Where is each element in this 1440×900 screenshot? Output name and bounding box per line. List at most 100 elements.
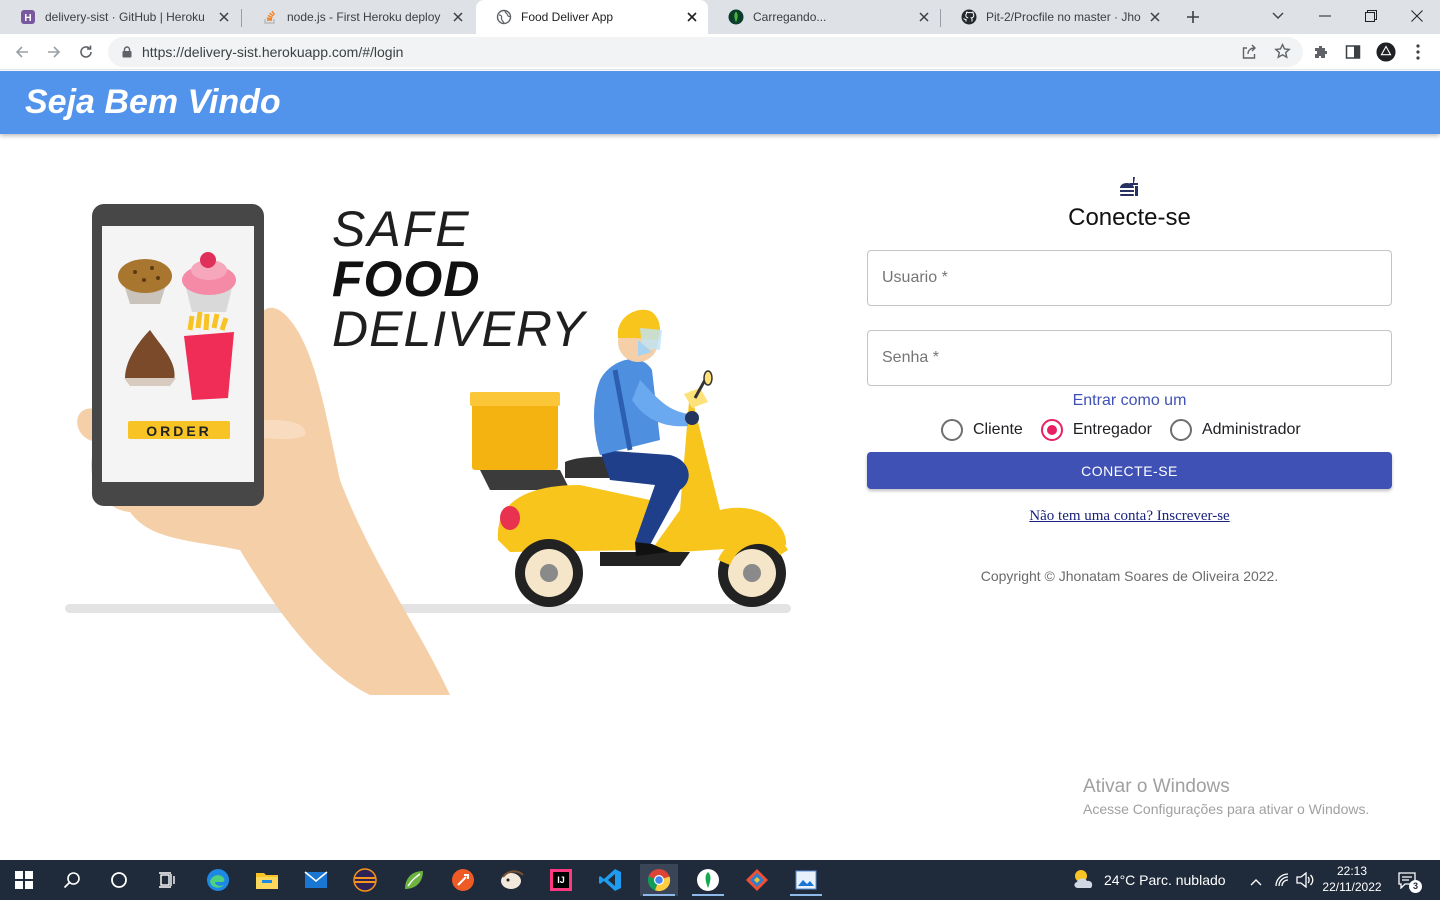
windows-activation-watermark: Ativar o Windows Acesse Configurações pa… xyxy=(1083,776,1369,817)
address-bar[interactable]: https://delivery-sist.herokuapp.com/#/lo… xyxy=(108,37,1303,67)
tab-search-chevron-icon[interactable] xyxy=(1268,6,1288,26)
radio-circle[interactable] xyxy=(1169,419,1192,441)
tab-title: node.js - First Heroku deploy fa xyxy=(287,10,444,24)
tab-title: Food Deliver App xyxy=(521,10,614,24)
radio-label: Entregador xyxy=(1072,421,1152,438)
volume-icon[interactable] xyxy=(1296,871,1314,893)
chrome-icon[interactable] xyxy=(640,864,678,896)
share-icon[interactable] xyxy=(1241,44,1257,65)
stackoverflow-icon xyxy=(262,9,278,25)
radio-circle[interactable] xyxy=(1040,419,1063,441)
windows-start-icon[interactable] xyxy=(5,864,43,896)
copyright-text: Copyright © Jhonatam Soares de Oliveira … xyxy=(980,568,1279,584)
radio-circle[interactable] xyxy=(941,419,963,441)
food-delivery-illustration: ORDER SAFE FOOD DELIVERY xyxy=(65,201,791,695)
window-close-icon[interactable] xyxy=(1394,0,1440,32)
task-view-icon[interactable] xyxy=(148,864,186,896)
notification-center-icon[interactable]: 3 xyxy=(1398,870,1422,893)
app-header: Seja Bem Vindo xyxy=(0,71,1440,134)
login-button[interactable]: CONECTE-SE xyxy=(867,452,1392,489)
headline-food: FOOD xyxy=(332,251,480,307)
tab-food-deliver-app[interactable]: Food Deliver App xyxy=(476,0,708,34)
ground-shadow xyxy=(65,604,791,613)
network-icon[interactable] xyxy=(1274,872,1290,893)
tab-title: Pit-2/Procfile no master · Jhona xyxy=(986,10,1141,24)
role-prompt: Entrar como um xyxy=(1072,392,1187,409)
radio-entregador[interactable]: Entregador xyxy=(1040,419,1152,441)
watermark-subtitle: Acesse Configurações para ativar o Windo… xyxy=(1083,801,1370,817)
clock-date: 22/11/2022 xyxy=(1322,880,1382,894)
weather-text[interactable]: 24°C Parc. nublado xyxy=(1104,872,1226,888)
github-icon xyxy=(961,9,977,25)
windows-taskbar: IJ 24°C Parc. nublado 22:13 22/11/2022 3 xyxy=(0,860,1440,900)
close-icon[interactable] xyxy=(684,9,700,25)
svg-text:IJ: IJ xyxy=(557,875,565,885)
username-field[interactable]: Usuario * xyxy=(867,250,1392,306)
close-icon[interactable] xyxy=(916,9,932,25)
clock-time: 22:13 xyxy=(1336,864,1368,878)
mail-icon[interactable] xyxy=(297,864,335,896)
headline-delivery: DELIVERY xyxy=(332,301,588,357)
spring-tools-icon[interactable] xyxy=(395,864,433,896)
cortana-icon[interactable] xyxy=(100,864,138,896)
url-text: https://delivery-sist.herokuapp.com/#/lo… xyxy=(142,44,404,60)
minimize-icon[interactable] xyxy=(1302,0,1348,32)
tray-chevron-icon[interactable] xyxy=(1250,873,1262,891)
heroku-icon: H xyxy=(20,9,36,25)
svg-text:H: H xyxy=(24,13,31,24)
extensions-icon[interactable] xyxy=(1311,42,1331,62)
glove xyxy=(685,411,699,425)
taskbar-clock[interactable]: 22:13 22/11/2022 xyxy=(1318,863,1386,895)
restore-icon[interactable] xyxy=(1348,0,1394,32)
password-label: Senha * xyxy=(882,349,939,366)
globe-icon xyxy=(496,9,512,25)
new-tab-icon[interactable] xyxy=(1183,7,1203,27)
fastfood-icon xyxy=(1120,177,1138,196)
tab-title: delivery-sist · GitHub | Heroku xyxy=(45,10,205,24)
login-heading: Conecte-se xyxy=(1068,204,1191,231)
tab-title: Carregando... xyxy=(753,10,827,24)
side-panel-icon[interactable] xyxy=(1343,42,1363,62)
radio-cliente[interactable]: Cliente xyxy=(941,419,1023,441)
signup-link[interactable]: Não tem uma conta? Inscrever-se xyxy=(867,508,1392,525)
lock-icon[interactable] xyxy=(120,45,134,59)
mongodb-icon xyxy=(728,9,744,25)
reload-icon[interactable] xyxy=(76,42,96,62)
postman-icon[interactable] xyxy=(444,864,482,896)
delivery-box xyxy=(472,396,558,470)
role-radio-group: Cliente Entregador Administrador xyxy=(941,418,1319,442)
dbeaver-icon[interactable] xyxy=(493,864,531,896)
weather-icon[interactable] xyxy=(1070,867,1098,896)
git-gui-icon[interactable] xyxy=(738,864,776,896)
edge-browser-icon[interactable] xyxy=(199,864,237,896)
page-title: Seja Bem Vindo xyxy=(25,83,281,121)
radio-label: Cliente xyxy=(973,421,1023,438)
search-icon[interactable] xyxy=(53,864,91,896)
eclipse-icon[interactable] xyxy=(346,864,384,896)
image-viewer-icon[interactable] xyxy=(787,864,825,896)
tail-light xyxy=(500,506,520,530)
notification-count: 3 xyxy=(1409,880,1422,893)
file-explorer-icon[interactable] xyxy=(248,864,286,896)
username-label: Usuario * xyxy=(882,269,948,286)
browser-menu-icon[interactable] xyxy=(1408,42,1428,62)
watermark-title: Ativar o Windows xyxy=(1083,776,1230,797)
vscode-icon[interactable] xyxy=(591,864,629,896)
browser-tabstrip: H delivery-sist · GitHub | Heroku node.j… xyxy=(0,0,1440,34)
back-icon[interactable] xyxy=(12,42,32,62)
password-field[interactable]: Senha * xyxy=(867,330,1392,386)
close-icon[interactable] xyxy=(216,9,232,25)
intellij-icon[interactable]: IJ xyxy=(542,864,580,896)
close-icon[interactable] xyxy=(1147,9,1163,25)
tab-stackoverflow[interactable]: node.js - First Heroku deploy fa xyxy=(242,0,474,34)
close-icon[interactable] xyxy=(450,9,466,25)
radio-administrador[interactable]: Administrador xyxy=(1169,419,1301,441)
tab-github[interactable]: Pit-2/Procfile no master · Jhona xyxy=(941,0,1171,34)
bookmark-star-icon[interactable] xyxy=(1274,42,1291,65)
forward-icon[interactable] xyxy=(44,42,64,62)
tab-mongodb[interactable]: Carregando... xyxy=(708,0,940,34)
headline-safe: SAFE xyxy=(332,201,471,257)
tab-heroku[interactable]: H delivery-sist · GitHub | Heroku xyxy=(0,0,240,34)
profile-avatar[interactable] xyxy=(1376,42,1396,62)
mongodb-compass-icon[interactable] xyxy=(689,864,727,896)
